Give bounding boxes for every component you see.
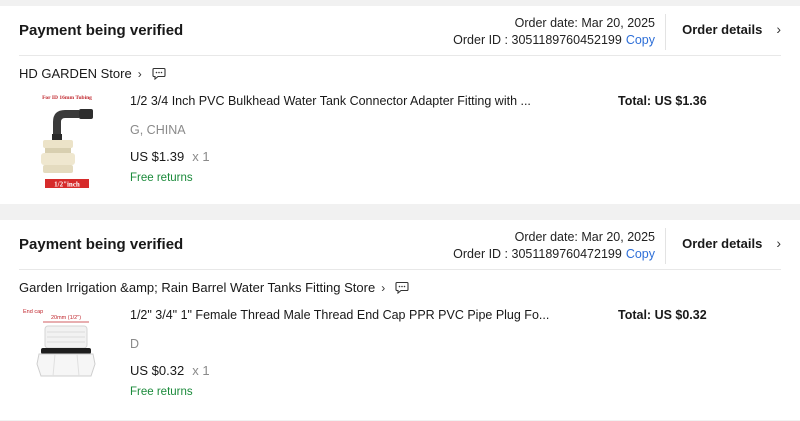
order-details-button[interactable]: Order details › — [676, 21, 781, 37]
product-image[interactable]: For ID 16mm Tubing 1/2"inch — [19, 92, 115, 190]
order-header: Payment being verified Order date: Mar 2… — [19, 220, 781, 270]
chevron-right-icon: › — [381, 280, 386, 295]
order-id: Order ID : 3051189760452199 — [453, 33, 622, 47]
order-total: Total: US $1.36 — [618, 94, 707, 108]
copy-order-id-button[interactable]: Copy — [626, 247, 655, 261]
order-total: Total: US $0.32 — [618, 308, 707, 322]
order-status: Payment being verified — [19, 22, 184, 39]
product-title[interactable]: 1/2" 3/4" 1" Female Thread Male Thread E… — [130, 308, 549, 322]
store-name: Garden Irrigation &amp; Rain Barrel Wate… — [19, 280, 376, 295]
product-quantity: x 1 — [192, 363, 210, 378]
order-card: Payment being verified Order date: Mar 2… — [0, 6, 800, 204]
image-caption-top: End cap — [23, 309, 43, 315]
order-details-button[interactable]: Order details › — [676, 235, 781, 251]
store-name: HD GARDEN Store — [19, 66, 132, 81]
order-date: Order date: Mar 20, 2025 — [514, 16, 655, 30]
chevron-right-icon: › — [776, 235, 781, 251]
header-divider — [665, 228, 666, 264]
header-divider — [665, 14, 666, 50]
product-title[interactable]: 1/2 3/4 Inch PVC Bulkhead Water Tank Con… — [130, 94, 531, 108]
product-variant: D — [130, 337, 140, 351]
image-caption-top: For ID 16mm Tubing — [42, 95, 92, 101]
order-meta: Order date: Mar 20, 2025 Order ID : 3051… — [453, 15, 655, 49]
copy-order-id-button[interactable]: Copy — [626, 33, 655, 47]
chat-bubble-icon[interactable] — [152, 67, 166, 80]
order-status: Payment being verified — [19, 236, 184, 253]
order-id-row: Order ID : 3051189760472199 Copy — [453, 246, 655, 263]
product-price-row: US $1.39 x 1 — [130, 149, 210, 164]
product-price: US $1.39 — [130, 149, 185, 164]
order-meta: Order date: Mar 20, 2025 Order ID : 3051… — [453, 229, 655, 263]
chat-bubble-icon[interactable] — [395, 281, 409, 294]
image-size-label: 1/2"inch — [54, 181, 80, 189]
product-variant: G, CHINA — [130, 123, 186, 137]
order-id-row: Order ID : 3051189760452199 Copy — [453, 32, 655, 49]
chevron-right-icon: › — [137, 66, 142, 81]
store-link[interactable]: Garden Irrigation &amp; Rain Barrel Wate… — [19, 280, 409, 295]
product-price: US $0.32 — [130, 363, 185, 378]
order-date: Order date: Mar 20, 2025 — [514, 230, 655, 244]
order-details-label: Order details — [682, 235, 763, 251]
product-price-row: US $0.32 x 1 — [130, 363, 210, 378]
product-quantity: x 1 — [192, 149, 210, 164]
chevron-right-icon: › — [776, 21, 781, 37]
free-returns-badge: Free returns — [130, 172, 193, 184]
free-returns-badge: Free returns — [130, 386, 193, 398]
order-card: Payment being verified Order date: Mar 2… — [0, 220, 800, 420]
order-id: Order ID : 3051189760472199 — [453, 247, 622, 261]
store-link[interactable]: HD GARDEN Store › — [19, 66, 166, 81]
order-details-label: Order details — [682, 21, 763, 37]
product-image[interactable]: End cap 20mm (1/2") — [19, 306, 115, 404]
image-dimension-label: 20mm (1/2") — [51, 315, 81, 321]
order-header: Payment being verified Order date: Mar 2… — [19, 6, 781, 56]
